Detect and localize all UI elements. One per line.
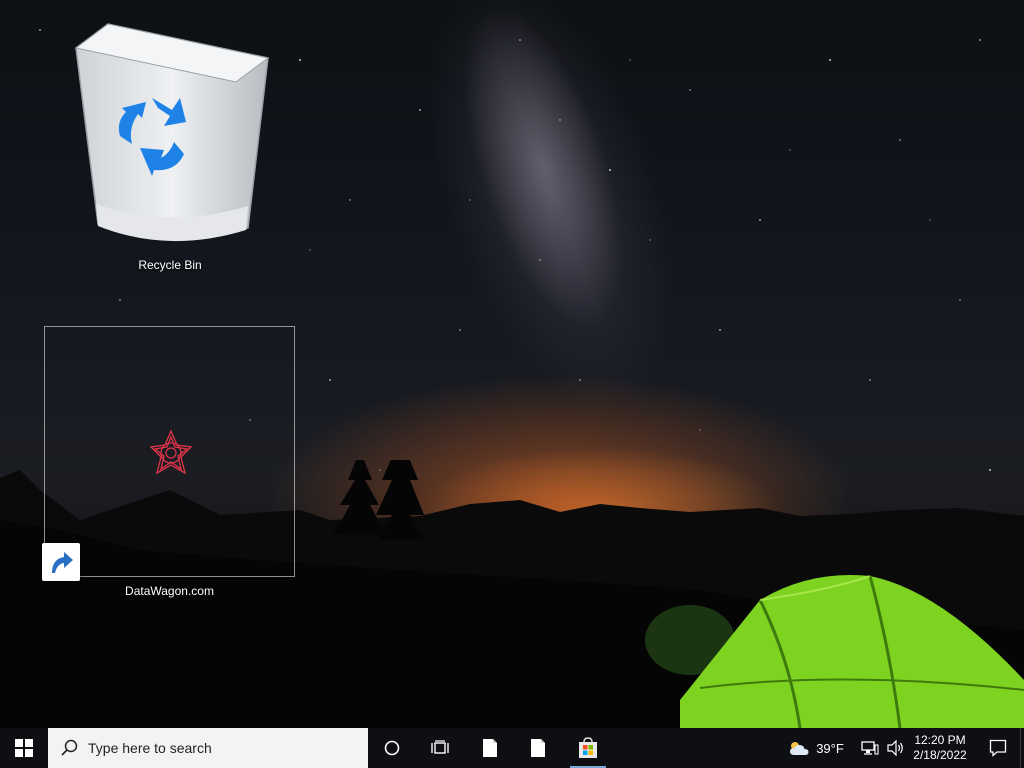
cortana-button[interactable] — [370, 728, 414, 768]
taskbar-clock[interactable]: 12:20 PM 2/18/2022 — [910, 728, 970, 768]
document-icon — [483, 739, 497, 757]
datawagon-shortcut-tile[interactable] — [42, 326, 295, 581]
recycle-bin-icon-tile[interactable]: Recycle Bin — [62, 18, 278, 288]
volume-icon — [887, 740, 903, 756]
weather-temperature: 39°F — [816, 740, 844, 756]
partly-cloudy-icon — [790, 742, 809, 755]
start-button[interactable] — [0, 728, 48, 768]
document-icon — [531, 739, 545, 757]
action-center-button[interactable] — [976, 728, 1020, 768]
search-placeholder: Type here to search — [88, 740, 212, 756]
task-view-icon — [431, 740, 449, 754]
datawagon-logo-icon — [149, 429, 193, 475]
taskbar: Type here to search 39°F 12:20 PM 2/18/2… — [0, 728, 1024, 768]
microsoft-store-icon — [579, 737, 597, 758]
green-tent — [645, 575, 1024, 728]
volume-tray-button[interactable] — [884, 728, 908, 768]
cortana-circle-icon — [384, 740, 400, 756]
taskbar-file-app-2[interactable] — [516, 728, 560, 768]
windows-logo-icon — [15, 739, 33, 757]
microsoft-store-button[interactable] — [564, 728, 612, 768]
taskbar-search-box[interactable]: Type here to search — [48, 728, 368, 768]
notification-icon — [989, 739, 1007, 757]
network-icon — [861, 741, 879, 755]
clock-time: 12:20 PM — [914, 733, 966, 747]
search-icon — [61, 739, 78, 756]
show-desktop-button[interactable] — [1020, 728, 1024, 768]
network-tray-button[interactable] — [858, 728, 882, 768]
datawagon-label: DataWagon.com — [125, 584, 214, 598]
weather-widget[interactable]: 39°F — [780, 728, 852, 768]
taskbar-file-app-1[interactable] — [468, 728, 512, 768]
recycle-bin-label: Recycle Bin — [138, 258, 202, 272]
recycle-bin-icon — [74, 23, 270, 242]
clock-date: 2/18/2022 — [913, 748, 967, 762]
shortcut-arrow-icon — [42, 543, 80, 581]
task-view-button[interactable] — [418, 728, 462, 768]
